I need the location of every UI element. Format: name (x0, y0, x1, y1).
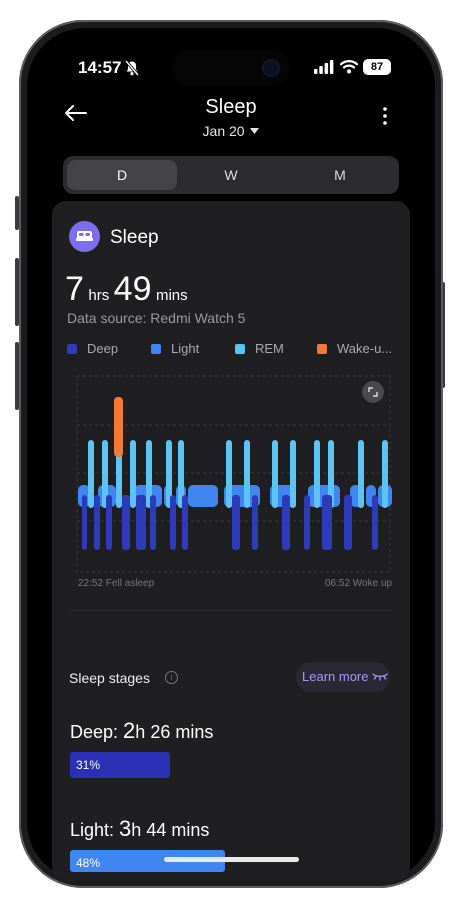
sleep-duration: 7 hrs 49 mins (65, 270, 188, 309)
stage-minutes: 26 mins (150, 722, 214, 742)
bed-icon (69, 221, 100, 252)
tab-day[interactable]: D (67, 160, 177, 190)
deep-segment (232, 495, 240, 550)
stage-hours: 3 (119, 816, 132, 841)
rem-segment (130, 440, 136, 508)
duration-minutes-unit: mins (155, 287, 188, 304)
stage-hours-unit: h (131, 820, 147, 840)
deep-segment (304, 495, 310, 550)
cellular-signal-icon (314, 60, 334, 74)
sleep-stages-title: Sleep stages (69, 670, 150, 686)
closed-eye-icon (372, 673, 388, 681)
tab-month[interactable]: M (285, 160, 395, 190)
stage-minutes: 44 mins (146, 820, 210, 840)
wake-segment (114, 397, 123, 457)
duration-hours-unit: hrs (88, 287, 110, 304)
deep-segment (182, 495, 188, 550)
deep-percent-bar: 31% (70, 752, 170, 778)
deep-segment (344, 495, 352, 550)
rem-segment (244, 440, 250, 508)
card-title: Sleep (110, 227, 159, 248)
light-stage-duration: Light: 3h 44 mins (70, 816, 209, 842)
deep-segment (94, 495, 100, 550)
duration-minutes: 49 (113, 270, 152, 308)
legend-label: Deep (87, 341, 119, 356)
chart-end-label: 06:52 Woke up (325, 578, 393, 589)
deep-segment (122, 495, 130, 550)
home-indicator[interactable] (164, 857, 299, 862)
bell-slash-icon (125, 60, 139, 76)
deep-segment (372, 495, 378, 550)
deep-segment (136, 495, 146, 550)
deep-segment (322, 495, 332, 550)
expand-button[interactable] (362, 381, 384, 403)
rem-segment (272, 440, 278, 508)
learn-more-label: Learn more (302, 669, 369, 684)
legend-swatch (67, 344, 77, 354)
camera-icon (264, 61, 278, 75)
rem-segment (358, 440, 364, 508)
divider (70, 610, 392, 611)
legend-label: Wake-u... (337, 341, 393, 356)
deep-stage-duration: Deep: 2h 26 mins (70, 718, 213, 744)
legend-deep: Deep (67, 341, 118, 356)
legend-swatch (151, 344, 161, 354)
legend-light: Light (151, 341, 199, 356)
sleep-stage-chart (76, 375, 392, 573)
period-tabs: D W M (63, 156, 399, 194)
legend-rem: REM (235, 341, 284, 356)
duration-hours: 7 (65, 270, 84, 308)
rem-segment (314, 440, 320, 508)
date-label: Jan 20 (202, 123, 245, 139)
status-time: 14:57 (78, 58, 122, 77)
legend-label: REM (255, 341, 284, 356)
legend-swatch (317, 344, 327, 354)
rem-segment (88, 440, 94, 508)
more-options-icon[interactable] (380, 106, 390, 126)
deep-segment (82, 495, 87, 550)
learn-more-button[interactable]: Learn more (296, 662, 390, 692)
battery-indicator: 87 (363, 59, 391, 75)
rem-segment (290, 440, 296, 508)
tab-week[interactable]: W (176, 160, 286, 190)
light-segment (188, 485, 218, 507)
data-source: Data source: Redmi Watch 5 (67, 310, 246, 326)
stage-label: Light: (70, 820, 120, 840)
stage-label: Deep: (70, 722, 124, 742)
deep-segment (252, 495, 258, 550)
expand-icon (368, 387, 378, 397)
wifi-icon (340, 60, 358, 74)
chart-start-label: 22:52 Fell asleep (78, 578, 155, 589)
legend-label: Light (171, 341, 200, 356)
caret-down-icon (250, 128, 260, 134)
rem-segment (382, 440, 388, 508)
info-icon[interactable]: i (165, 671, 178, 684)
legend-wake: Wake-u... (317, 341, 392, 356)
legend-swatch (235, 344, 245, 354)
deep-segment (150, 495, 156, 550)
deep-segment (106, 495, 112, 550)
stage-hours-unit: h (135, 722, 151, 742)
rem-segment (226, 440, 232, 508)
deep-segment (170, 495, 176, 550)
dynamic-island (172, 50, 290, 86)
date-selector[interactable]: Jan 20 (0, 123, 462, 139)
page-title: Sleep (205, 96, 257, 118)
deep-segment (282, 495, 290, 550)
stage-hours: 2 (123, 718, 136, 743)
